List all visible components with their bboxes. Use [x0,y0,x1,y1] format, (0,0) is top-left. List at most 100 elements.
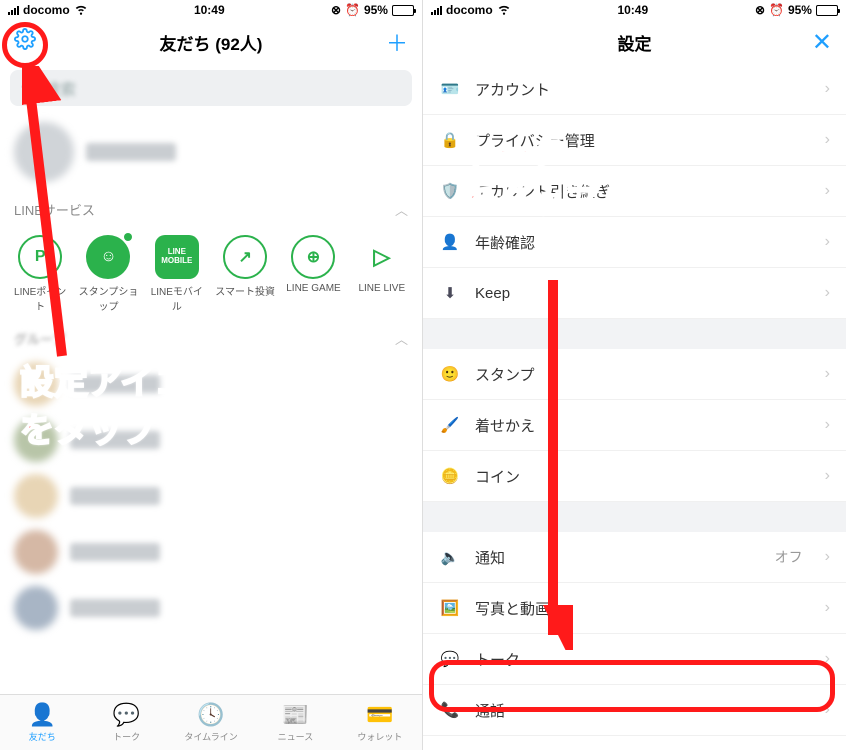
page-title: 友だち (92人) [0,30,422,55]
service-label: LINE LIVE [358,283,405,294]
service-label: スマート投資 [215,283,275,298]
status-bar: docomo 10:49 ⊗ ⏰ 95% [0,0,422,20]
row-label: 年齢確認 [475,232,535,253]
chevron-right-icon: › [825,233,830,251]
annotation-arrow [22,66,82,366]
orientation-lock-icon: ⊗ [755,3,765,17]
chevron-right-icon: › [825,548,830,566]
page-title: 設定 [423,30,846,55]
item-name [70,487,160,505]
row-label: 着せかえ [475,415,535,436]
nav-bar-settings: 設定 ✕ [423,20,846,64]
list-item[interactable] [0,580,422,636]
plus-icon[interactable]: ＋ [386,26,408,58]
settings-row-media[interactable]: 🖼️写真と動画› [423,583,846,634]
service-icon: ⊕ [291,235,335,279]
tab-timeline[interactable]: 🕓 タイムライン [169,695,253,750]
settings-row-account[interactable]: 🪪アカウント› [423,64,846,115]
wallet-icon: 💳 [366,702,393,728]
signal-icon [431,6,442,15]
service-item[interactable]: LINE MOBILE LINEモバイル [147,235,207,313]
chevron-up-icon: ︿ [395,200,408,219]
list-item[interactable] [0,524,422,580]
clock-label: 10:49 [194,3,225,17]
brush-icon: 🖌️ [439,414,461,436]
lock-icon: 🔒 [439,129,461,151]
avatar [14,586,58,630]
clock-icon: 🕓 [197,702,224,728]
annotation-text: トーク をタップ [463,130,599,225]
smile-icon: 🙂 [439,363,461,385]
tab-label: ニュース [278,730,314,743]
row-label: スタンプ [475,364,535,385]
person-icon: 👤 [29,702,56,728]
profile-name [86,143,176,161]
item-name [70,543,160,561]
chat-icon: 💬 [113,702,140,728]
chevron-right-icon: › [825,80,830,98]
service-item[interactable]: ▷LINE LIVE [352,235,412,313]
phone-friends: docomo 10:49 ⊗ ⏰ 95% 友だち (92人) ＋ 検索 [0,0,423,750]
chevron-right-icon: › [825,416,830,434]
chevron-right-icon: › [825,131,830,149]
row-extra: オフ [775,547,803,567]
settings-row-stamp[interactable]: 🙂 スタンプ › [423,349,846,400]
alarm-icon: ⏰ [345,3,360,17]
chevron-right-icon: › [825,467,830,485]
chevron-up-icon: ︿ [395,329,408,348]
carrier-label: docomo [446,3,493,17]
coin-icon: 🪙 [439,465,461,487]
annotation-circle [2,22,48,68]
battery-icon [816,5,838,16]
tab-bar: 👤 友だち 💬 トーク 🕓 タイムライン 📰ニュース 💳 ウォレット [0,694,422,750]
alarm-icon: ⏰ [769,3,784,17]
photo-icon: 🖼️ [439,597,461,619]
tab-label: 友だち [29,730,56,743]
status-bar: docomo 10:49 ⊗ ⏰ 95% [423,0,846,20]
list-item[interactable] [0,468,422,524]
battery-icon [392,5,414,16]
tab-friends[interactable]: 👤 友だち [0,695,84,750]
tab-talk[interactable]: 💬 トーク [84,695,168,750]
shield-icon: 🛡️ [439,180,461,202]
service-icon: LINE MOBILE [155,235,199,279]
annotation-arrow [533,280,573,650]
section-gap [423,319,846,349]
service-icon: ☺ [86,235,130,279]
chevron-right-icon: › [825,599,830,617]
service-label: LINE GAME [286,283,340,294]
avatar [14,474,58,518]
speaker-icon: 🔈 [439,546,461,568]
orientation-lock-icon: ⊗ [331,3,341,17]
tab-label: トーク [113,730,140,743]
service-item[interactable]: ☺ スタンプショップ [78,235,138,313]
battery-pct: 95% [788,3,812,17]
settings-row-keep[interactable]: ⬇Keep› [423,268,846,319]
chevron-right-icon: › [825,182,830,200]
tab-news[interactable]: 📰ニュース [253,695,337,750]
wifi-icon [74,2,88,19]
row-label: Keep [475,285,510,302]
row-label: 通知 [475,547,505,568]
clock-label: 10:49 [617,3,648,17]
item-name [70,599,160,617]
carrier-label: docomo [23,3,70,17]
service-item[interactable]: ↗スマート投資 [215,235,275,313]
annotation-text: 設定アイコン をタップ [20,360,222,455]
battery-pct: 95% [364,3,388,17]
annotation-rect [429,660,835,712]
service-label: スタンプショップ [78,283,138,313]
tab-label: ウォレット [357,730,402,743]
settings-row-theme[interactable]: 🖌️ 着せかえ › [423,400,846,451]
tab-label: タイムライン [184,730,237,743]
settings-row-coin[interactable]: 🪙コイン› [423,451,846,502]
person-check-icon: 👤 [439,231,461,253]
close-icon[interactable]: ✕ [812,28,832,57]
chevron-right-icon: › [825,365,830,383]
wifi-icon [497,2,511,19]
service-label: LINEモバイル [147,283,207,313]
settings-row-notify[interactable]: 🔈 通知 オフ › [423,532,846,583]
tab-wallet[interactable]: 💳 ウォレット [338,695,422,750]
avatar [14,530,58,574]
service-item[interactable]: ⊕ LINE GAME [283,235,343,313]
